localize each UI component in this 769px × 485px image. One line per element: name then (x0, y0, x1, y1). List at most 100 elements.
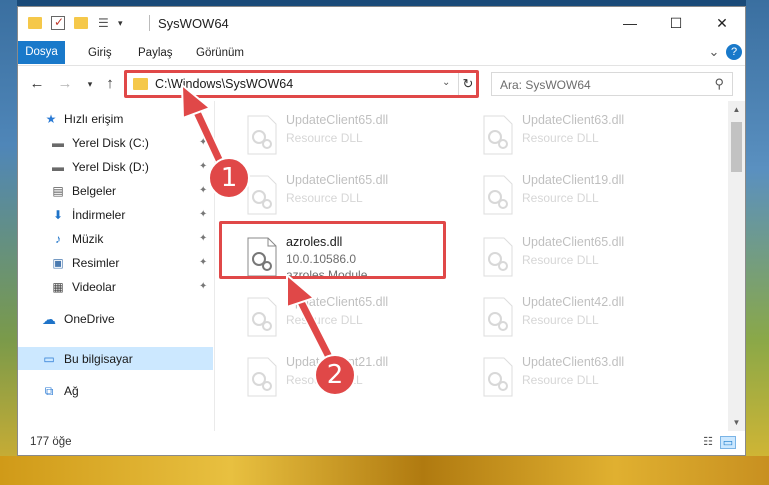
file-name: UpdateClient65.dll (286, 295, 389, 309)
sidebar-item-label: Hızlı erişim (64, 111, 124, 126)
close-button[interactable]: ✕ (699, 7, 745, 39)
sidebar-item-label: Resimler (72, 255, 120, 270)
dll-file-icon (247, 115, 277, 155)
file-name: UpdateClient19.dll (522, 173, 625, 187)
file-item[interactable]: UpdateClient63.dll Resource DLL (474, 109, 700, 165)
pin-icon[interactable]: ✦ (199, 185, 207, 196)
sidebar-item-label: Videolar (72, 279, 116, 294)
file-description: Resource DLL (522, 253, 599, 267)
file-name: UpdateClient65.dll (286, 113, 389, 127)
sidebar-item-downloads[interactable]: ⬇ İndirmeler ✦ (18, 203, 212, 226)
help-icon[interactable]: ? (726, 44, 742, 60)
tab-view[interactable]: Görünüm (188, 43, 252, 64)
network-icon: ⧉ (44, 383, 54, 398)
scroll-down-icon[interactable]: ▼ (728, 414, 745, 431)
file-item[interactable]: UpdateClient65.dll Resource DLL (474, 231, 700, 287)
ribbon-tabs: Dosya Giriş Paylaş Görünüm ⌄ ? (18, 39, 745, 66)
file-item[interactable]: UpdateClient65.dll Resource DLL (238, 109, 464, 165)
drive-icon: ▬ (52, 135, 64, 150)
drive-icon: ▬ (52, 159, 64, 174)
tab-share[interactable]: Paylaş (130, 43, 181, 64)
navigation-bar: ← → ▾ ↑ C:\Windows\SysWOW64 ⌄ ↻ Ara: Sys… (18, 67, 745, 101)
cloud-icon: ☁ (42, 310, 56, 327)
pin-icon[interactable]: ✦ (199, 257, 207, 268)
tab-home[interactable]: Giriş (80, 43, 120, 64)
file-highlight-box (219, 221, 446, 279)
computer-icon: ▭ (43, 351, 55, 366)
customize-toolbar-icon[interactable]: ☰ (98, 16, 112, 30)
pin-icon[interactable]: ✦ (199, 137, 207, 148)
pin-icon[interactable]: ✦ (199, 209, 207, 220)
sidebar-item-documents[interactable]: ▤ Belgeler ✦ (18, 179, 212, 202)
sidebar-item-videos[interactable]: ▦ Videolar ✦ (18, 275, 212, 298)
sidebar-item-local-disk-c[interactable]: ▬ Yerel Disk (C:) ✦ (18, 131, 212, 154)
ribbon-expand-icon[interactable]: ⌄ (706, 44, 722, 60)
back-arrow-icon[interactable]: ← (27, 75, 47, 93)
file-description: Resource DLL (286, 191, 363, 205)
details-view-icon[interactable]: ☷ (700, 436, 716, 449)
file-item[interactable]: UpdateClient63.dll Resource DLL (474, 351, 700, 407)
dll-file-icon (483, 115, 513, 155)
sidebar-item-local-disk-d[interactable]: ▬ Yerel Disk (D:) ✦ (18, 155, 212, 178)
scroll-up-icon[interactable]: ▲ (728, 101, 745, 118)
search-icon[interactable]: ⚲ (714, 76, 724, 92)
tab-file[interactable]: Dosya (18, 41, 65, 64)
sidebar-item-quick-access[interactable]: ★ Hızlı erişim (18, 107, 212, 130)
sidebar-item-label: Müzik (72, 231, 104, 246)
sidebar-item-music[interactable]: ♪ Müzik ✦ (18, 227, 212, 250)
maximize-button[interactable]: ☐ (653, 7, 699, 39)
file-description: Resource DLL (522, 191, 599, 205)
sidebar-item-network[interactable]: ⧉ Ağ (18, 379, 212, 402)
pin-icon[interactable]: ✦ (199, 161, 207, 172)
sidebar-item-label: Ağ (64, 383, 79, 398)
address-highlight-box (124, 70, 479, 98)
properties-icon[interactable]: ✓ (51, 15, 65, 30)
file-description: Resource DLL (522, 373, 599, 387)
sidebar-item-this-pc[interactable]: ▭ Bu bilgisayar (18, 347, 213, 370)
dll-file-icon (247, 175, 277, 215)
file-item[interactable]: UpdateClient19.dll Resource DLL (474, 169, 700, 225)
recent-locations-icon[interactable]: ▾ (80, 75, 100, 93)
sidebar-item-label: OneDrive (64, 311, 115, 326)
sidebar-item-label: Bu bilgisayar (64, 351, 133, 366)
scroll-thumb[interactable] (731, 122, 742, 172)
minimize-button[interactable]: — (607, 7, 653, 39)
file-description: Resource DLL (522, 313, 599, 327)
sidebar-item-label: Yerel Disk (C:) (72, 135, 149, 150)
documents-icon: ▤ (52, 183, 64, 198)
file-name: UpdateClient65.dll (522, 235, 625, 249)
file-name: UpdateClient63.dll (522, 355, 625, 369)
pin-icon[interactable]: ✦ (199, 281, 207, 292)
dll-file-icon (483, 297, 513, 337)
new-folder-icon[interactable] (74, 17, 88, 29)
folder-icon (28, 17, 42, 29)
chevron-down-icon[interactable]: ▾ (118, 16, 132, 30)
title-bar: ✓ ☰ ▾ SysWOW64 — ☐ ✕ (18, 7, 745, 39)
dll-file-icon (483, 357, 513, 397)
vertical-scrollbar[interactable]: ▲ ▼ (728, 101, 745, 431)
file-name: UpdateClient42.dll (522, 295, 625, 309)
sidebar-item-label: Yerel Disk (D:) (72, 159, 149, 174)
window-title: SysWOW64 (158, 16, 229, 31)
video-icon: ▦ (52, 279, 64, 294)
search-placeholder: Ara: SysWOW64 (500, 78, 591, 92)
up-arrow-icon[interactable]: ↑ (100, 75, 120, 93)
download-icon: ⬇ (52, 207, 64, 222)
sidebar-item-label: Belgeler (72, 183, 117, 198)
step-1-badge: 1 (208, 157, 250, 199)
large-icons-view-icon[interactable]: ▭ (720, 436, 736, 449)
sidebar-item-onedrive[interactable]: ☁ OneDrive (18, 307, 212, 330)
pin-icon[interactable]: ✦ (199, 233, 207, 244)
file-item[interactable]: UpdateClient65.dll Resource DLL (238, 291, 464, 347)
file-item[interactable]: UpdateClient42.dll Resource DLL (474, 291, 700, 347)
title-separator (149, 15, 150, 31)
sidebar-item-pictures[interactable]: ▣ Resimler ✦ (18, 251, 212, 274)
search-input[interactable]: Ara: SysWOW64 ⚲ (491, 72, 733, 96)
step-2-badge: 2 (314, 354, 356, 396)
desktop-background-bottom (0, 456, 769, 485)
star-icon: ★ (45, 111, 57, 126)
file-description: Resource DLL (522, 131, 599, 145)
forward-arrow-icon[interactable]: → (55, 75, 75, 93)
dll-file-icon (483, 237, 513, 277)
file-item[interactable]: UpdateClient65.dll Resource DLL (238, 169, 464, 225)
